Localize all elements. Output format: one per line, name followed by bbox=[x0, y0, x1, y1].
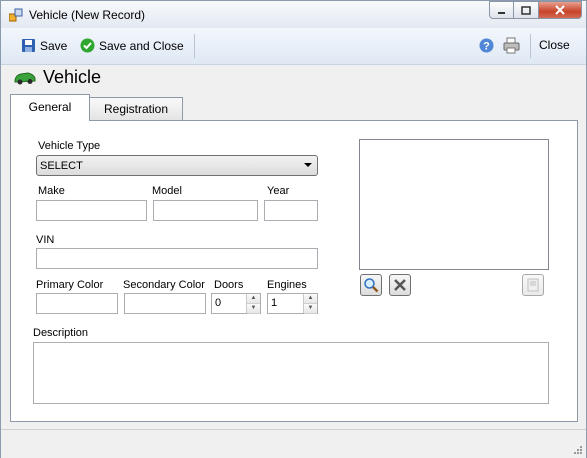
save-and-close-label: Save and Close bbox=[99, 38, 184, 53]
engines-label: Engines bbox=[267, 279, 307, 291]
green-check-icon bbox=[80, 38, 95, 53]
minimize-button[interactable] bbox=[489, 1, 514, 19]
vin-label: VIN bbox=[36, 234, 55, 246]
maximize-button[interactable] bbox=[513, 1, 539, 19]
engines-spin-buttons[interactable]: ▲ ▼ bbox=[303, 294, 317, 314]
toolbar-separator-right bbox=[530, 34, 531, 58]
make-label: Make bbox=[38, 185, 65, 197]
model-field[interactable] bbox=[153, 200, 258, 221]
tab-general[interactable]: General bbox=[10, 94, 90, 121]
engines-stepper[interactable]: 1 ▲ ▼ bbox=[267, 293, 318, 314]
save-button[interactable]: Save bbox=[21, 38, 67, 53]
car-icon bbox=[14, 72, 36, 85]
print-icon[interactable] bbox=[503, 37, 520, 54]
doors-label: Doors bbox=[214, 279, 244, 291]
window-close-button[interactable] bbox=[538, 1, 582, 19]
app-icon bbox=[9, 8, 23, 22]
browse-image-button[interactable] bbox=[360, 274, 382, 296]
page-title: Vehicle bbox=[43, 67, 102, 87]
description-field[interactable] bbox=[33, 342, 549, 404]
vehicle-type-value: SELECT bbox=[40, 160, 83, 172]
vehicle-photo-box[interactable] bbox=[359, 139, 549, 270]
maximize-icon bbox=[521, 5, 531, 15]
make-field[interactable] bbox=[36, 200, 147, 221]
year-label: Year bbox=[267, 185, 290, 197]
vehicle-type-select[interactable]: SELECT bbox=[36, 155, 318, 176]
close-button[interactable]: Close bbox=[539, 38, 570, 52]
close-label: Close bbox=[539, 38, 570, 52]
help-icon[interactable]: ? bbox=[479, 38, 494, 53]
doors-spin-buttons[interactable]: ▲ ▼ bbox=[246, 294, 260, 314]
description-label: Description bbox=[33, 327, 89, 339]
vin-field[interactable] bbox=[36, 248, 318, 269]
secondary-color-label: Secondary Color bbox=[123, 279, 205, 291]
status-bar bbox=[1, 429, 586, 458]
dropdown-arrow-icon bbox=[304, 163, 312, 167]
primary-color-field[interactable] bbox=[36, 293, 118, 314]
primary-color-label: Primary Color bbox=[36, 279, 104, 291]
magnifier-icon bbox=[364, 278, 379, 293]
year-field[interactable] bbox=[264, 200, 318, 221]
title-bar[interactable]: Vehicle (New Record) bbox=[1, 1, 586, 28]
delete-x-icon bbox=[394, 279, 406, 291]
vehicle-type-label: Vehicle Type bbox=[38, 140, 101, 152]
save-and-close-button[interactable]: Save and Close bbox=[80, 38, 184, 53]
toolbar-separator bbox=[194, 34, 195, 58]
minimize-icon bbox=[498, 11, 505, 14]
floppy-disk-icon bbox=[22, 39, 35, 52]
model-label: Model bbox=[152, 185, 182, 197]
view-image-button[interactable] bbox=[522, 274, 544, 296]
toolbar: Save Save and Close ? Close bbox=[1, 28, 586, 65]
save-label: Save bbox=[40, 38, 68, 53]
spin-up-icon[interactable]: ▲ bbox=[247, 294, 260, 304]
resize-grip-icon[interactable] bbox=[573, 445, 583, 455]
doors-stepper[interactable]: 0 ▲ ▼ bbox=[211, 293, 261, 314]
spin-down-icon[interactable]: ▼ bbox=[247, 304, 260, 314]
svg-text:?: ? bbox=[483, 41, 490, 53]
tab-registration[interactable]: Registration bbox=[89, 97, 183, 121]
vehicle-window: Vehicle (New Record) Save Save and Close bbox=[0, 0, 587, 458]
window-title: Vehicle (New Record) bbox=[29, 8, 146, 22]
secondary-color-field[interactable] bbox=[124, 293, 206, 314]
picture-icon bbox=[527, 278, 539, 292]
engines-value: 1 bbox=[271, 297, 278, 309]
spin-down-icon[interactable]: ▼ bbox=[304, 304, 317, 314]
remove-image-button[interactable] bbox=[389, 274, 411, 296]
spin-up-icon[interactable]: ▲ bbox=[304, 294, 317, 304]
close-icon bbox=[555, 5, 565, 15]
doors-value: 0 bbox=[215, 297, 222, 309]
